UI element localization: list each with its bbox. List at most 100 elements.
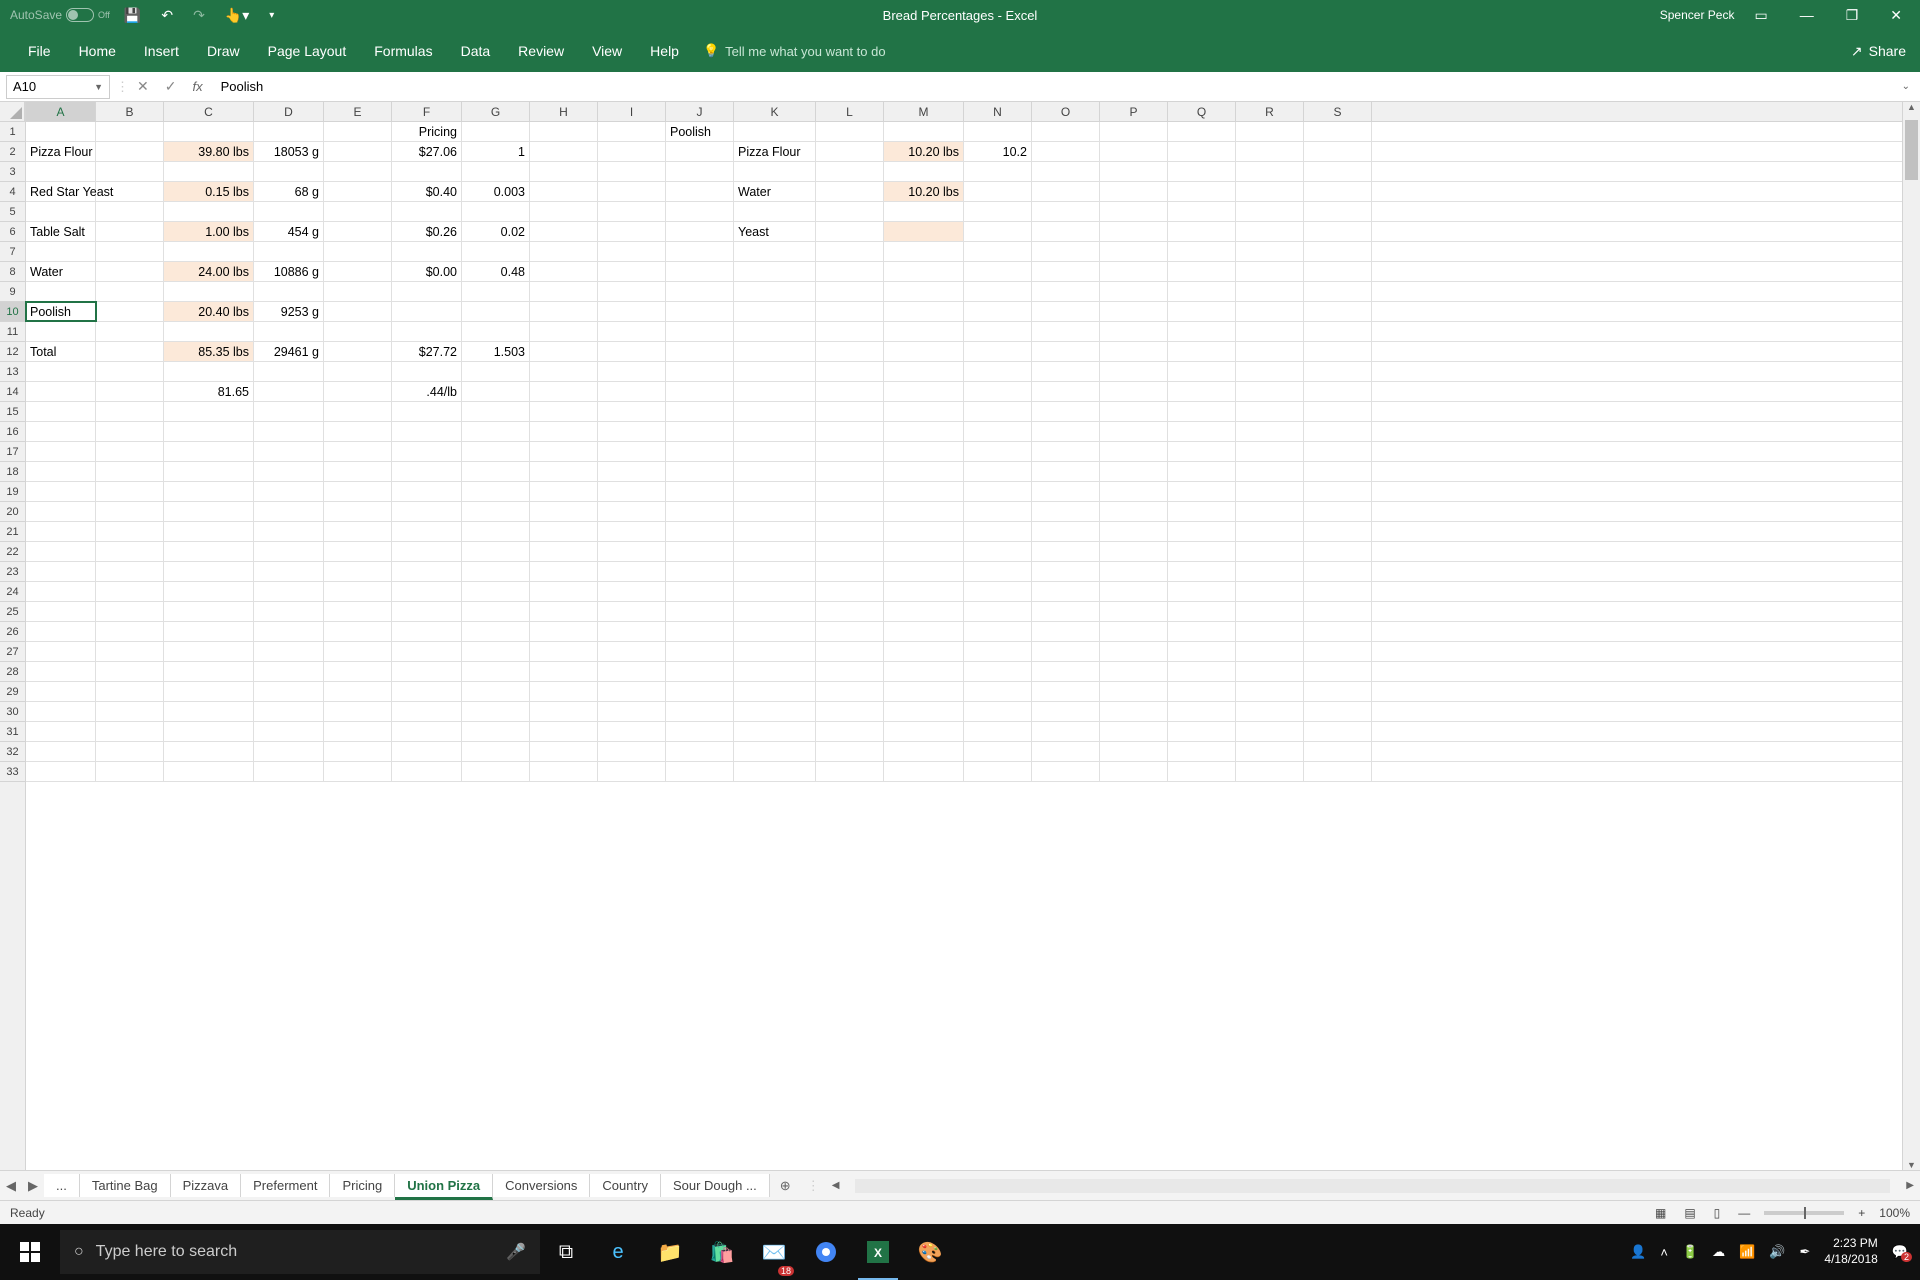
cell-D8[interactable]: 10886 g [254, 262, 324, 281]
cell-M7[interactable] [884, 242, 964, 261]
cell-E7[interactable] [324, 242, 392, 261]
cell-C2[interactable]: 39.80 lbs [164, 142, 254, 161]
row-header-6[interactable]: 6 [0, 222, 25, 242]
cell-C26[interactable] [164, 622, 254, 641]
cell-F2[interactable]: $27.06 [392, 142, 462, 161]
cell-H15[interactable] [530, 402, 598, 421]
cell-F20[interactable] [392, 502, 462, 521]
cell-Q2[interactable] [1168, 142, 1236, 161]
cell-A21[interactable] [26, 522, 96, 541]
cell-P30[interactable] [1100, 702, 1168, 721]
cell-O3[interactable] [1032, 162, 1100, 181]
cell-F14[interactable]: .44/lb [392, 382, 462, 401]
cell-D13[interactable] [254, 362, 324, 381]
cell-R28[interactable] [1236, 662, 1304, 681]
cell-S4[interactable] [1304, 182, 1372, 201]
cell-M4[interactable]: 10.20 lbs [884, 182, 964, 201]
cell-O20[interactable] [1032, 502, 1100, 521]
cell-B31[interactable] [96, 722, 164, 741]
cell-G20[interactable] [462, 502, 530, 521]
cell-R2[interactable] [1236, 142, 1304, 161]
hscroll-left-icon[interactable]: ◀ [826, 1180, 846, 1191]
cell-L22[interactable] [816, 542, 884, 561]
cell-G29[interactable] [462, 682, 530, 701]
cell-E33[interactable] [324, 762, 392, 781]
cell-H25[interactable] [530, 602, 598, 621]
cell-M31[interactable] [884, 722, 964, 741]
cell-G25[interactable] [462, 602, 530, 621]
cell-D27[interactable] [254, 642, 324, 661]
task-view-icon[interactable]: ⧉ [540, 1224, 592, 1280]
cell-J24[interactable] [666, 582, 734, 601]
cell-N24[interactable] [964, 582, 1032, 601]
cell-L6[interactable] [816, 222, 884, 241]
cell-P27[interactable] [1100, 642, 1168, 661]
cell-E9[interactable] [324, 282, 392, 301]
cell-S33[interactable] [1304, 762, 1372, 781]
cell-H4[interactable] [530, 182, 598, 201]
cell-F15[interactable] [392, 402, 462, 421]
cell-N21[interactable] [964, 522, 1032, 541]
cell-F10[interactable] [392, 302, 462, 321]
cell-N12[interactable] [964, 342, 1032, 361]
cell-F29[interactable] [392, 682, 462, 701]
cell-R8[interactable] [1236, 262, 1304, 281]
col-header-N[interactable]: N [964, 102, 1032, 121]
cell-J32[interactable] [666, 742, 734, 761]
cell-C12[interactable]: 85.35 lbs [164, 342, 254, 361]
cell-I25[interactable] [598, 602, 666, 621]
row-header-33[interactable]: 33 [0, 762, 25, 782]
cell-L2[interactable] [816, 142, 884, 161]
cell-J20[interactable] [666, 502, 734, 521]
cell-P9[interactable] [1100, 282, 1168, 301]
cell-N5[interactable] [964, 202, 1032, 221]
cell-L1[interactable] [816, 122, 884, 141]
cell-Q19[interactable] [1168, 482, 1236, 501]
cell-G27[interactable] [462, 642, 530, 661]
cell-D7[interactable] [254, 242, 324, 261]
cell-D17[interactable] [254, 442, 324, 461]
cell-P1[interactable] [1100, 122, 1168, 141]
cell-R7[interactable] [1236, 242, 1304, 261]
cell-H21[interactable] [530, 522, 598, 541]
cell-D10[interactable]: 9253 g [254, 302, 324, 321]
cell-H17[interactable] [530, 442, 598, 461]
cell-C6[interactable]: 1.00 lbs [164, 222, 254, 241]
cell-M17[interactable] [884, 442, 964, 461]
onedrive-icon[interactable]: ☁ [1712, 1244, 1725, 1260]
cell-F19[interactable] [392, 482, 462, 501]
tab-formulas[interactable]: Formulas [360, 33, 446, 69]
cell-C33[interactable] [164, 762, 254, 781]
name-box[interactable]: A10 ▼ [6, 75, 110, 99]
cell-B19[interactable] [96, 482, 164, 501]
cell-I13[interactable] [598, 362, 666, 381]
cell-O21[interactable] [1032, 522, 1100, 541]
cell-Q23[interactable] [1168, 562, 1236, 581]
cell-O18[interactable] [1032, 462, 1100, 481]
col-header-I[interactable]: I [598, 102, 666, 121]
cell-H9[interactable] [530, 282, 598, 301]
row-header-19[interactable]: 19 [0, 482, 25, 502]
cell-D24[interactable] [254, 582, 324, 601]
cell-I7[interactable] [598, 242, 666, 261]
cell-F22[interactable] [392, 542, 462, 561]
cell-I26[interactable] [598, 622, 666, 641]
chrome-icon[interactable] [800, 1224, 852, 1280]
cell-R22[interactable] [1236, 542, 1304, 561]
cell-R9[interactable] [1236, 282, 1304, 301]
cell-B3[interactable] [96, 162, 164, 181]
cell-E25[interactable] [324, 602, 392, 621]
cell-D20[interactable] [254, 502, 324, 521]
cell-A18[interactable] [26, 462, 96, 481]
cell-P4[interactable] [1100, 182, 1168, 201]
cell-D4[interactable]: 68 g [254, 182, 324, 201]
cell-P18[interactable] [1100, 462, 1168, 481]
cell-B18[interactable] [96, 462, 164, 481]
cell-J1[interactable]: Poolish [666, 122, 734, 141]
cell-C8[interactable]: 24.00 lbs [164, 262, 254, 281]
cell-G21[interactable] [462, 522, 530, 541]
cell-A19[interactable] [26, 482, 96, 501]
col-header-D[interactable]: D [254, 102, 324, 121]
cell-N15[interactable] [964, 402, 1032, 421]
cell-N8[interactable] [964, 262, 1032, 281]
